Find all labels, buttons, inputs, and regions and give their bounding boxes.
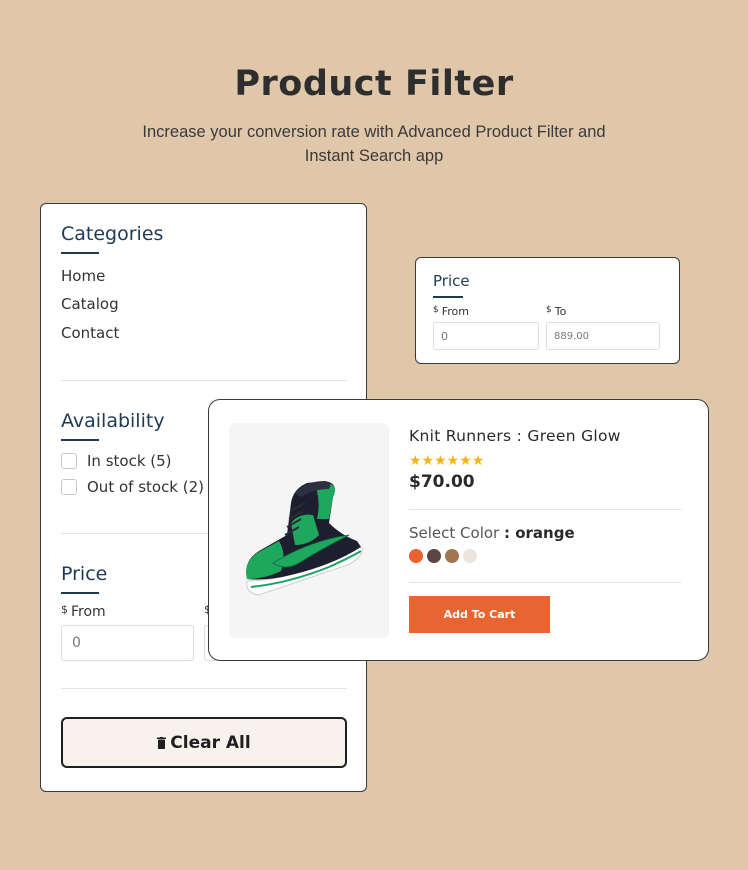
color-swatches xyxy=(409,549,481,563)
in-stock-option[interactable]: In stock (5) xyxy=(61,452,172,470)
product-name[interactable]: Knit Runners : Green Glow xyxy=(409,427,621,445)
trash-icon xyxy=(157,736,167,749)
selected-color-value: orange xyxy=(515,524,575,542)
divider xyxy=(409,509,682,510)
price-title: Price xyxy=(61,563,108,585)
categories-underline xyxy=(61,252,99,254)
product-price: $70.00 xyxy=(409,472,475,492)
price-card-to-label: $ To xyxy=(546,305,566,318)
divider xyxy=(61,688,347,689)
price-card: Price $ From 0 $ To 889.00 xyxy=(415,257,680,364)
from-text: From xyxy=(71,604,106,620)
availability-underline xyxy=(61,439,99,441)
currency-symbol: $ xyxy=(61,603,68,616)
in-stock-checkbox[interactable] xyxy=(61,453,77,469)
price-card-from-label: $ From xyxy=(433,305,469,318)
out-of-stock-option[interactable]: Out of stock (2) xyxy=(61,478,204,496)
availability-title: Availability xyxy=(61,410,165,432)
divider xyxy=(409,582,682,583)
out-of-stock-checkbox[interactable] xyxy=(61,479,77,495)
out-of-stock-label: Out of stock (2) xyxy=(87,478,205,496)
color-swatch-cream[interactable] xyxy=(463,549,477,563)
color-swatch-dark-brown[interactable] xyxy=(427,549,441,563)
page-subtitle: Increase your conversion rate with Advan… xyxy=(142,123,606,165)
sneaker-image xyxy=(246,481,364,596)
color-swatch-tan[interactable] xyxy=(445,549,459,563)
add-to-cart-button[interactable]: Add To Cart xyxy=(409,596,550,633)
product-card: Knit Runners : Green Glow ★★★★★★ $70.00 … xyxy=(208,399,709,661)
clear-all-label: Clear All xyxy=(170,732,251,753)
price-from-input[interactable]: 0 xyxy=(61,625,194,661)
product-image[interactable] xyxy=(229,423,389,638)
category-link-contact[interactable]: Contact xyxy=(61,324,119,342)
price-card-from-input[interactable]: 0 xyxy=(433,322,539,350)
currency-symbol: $ xyxy=(433,305,439,315)
select-color-text: Select Color xyxy=(409,524,500,542)
category-link-home[interactable]: Home xyxy=(61,267,105,285)
price-card-to-input[interactable]: 889.00 xyxy=(546,322,660,350)
currency-symbol: $ xyxy=(546,305,552,315)
clear-all-button[interactable]: Clear All xyxy=(61,717,347,768)
divider xyxy=(61,380,347,381)
in-stock-label: In stock (5) xyxy=(87,452,172,470)
price-card-underline xyxy=(433,296,463,298)
price-card-title: Price xyxy=(433,272,470,290)
star-rating: ★★★★★★ xyxy=(409,453,485,469)
color-swatch-orange[interactable] xyxy=(409,549,423,563)
categories-title: Categories xyxy=(61,223,164,245)
category-link-catalog[interactable]: Catalog xyxy=(61,295,119,313)
price-from-label: $ From xyxy=(61,603,106,620)
to-text: To xyxy=(554,305,567,318)
from-text: From xyxy=(441,305,469,318)
page-title: Product Filter xyxy=(234,64,514,104)
select-color-label: Select Color : orange xyxy=(409,524,575,542)
price-underline xyxy=(61,592,99,594)
